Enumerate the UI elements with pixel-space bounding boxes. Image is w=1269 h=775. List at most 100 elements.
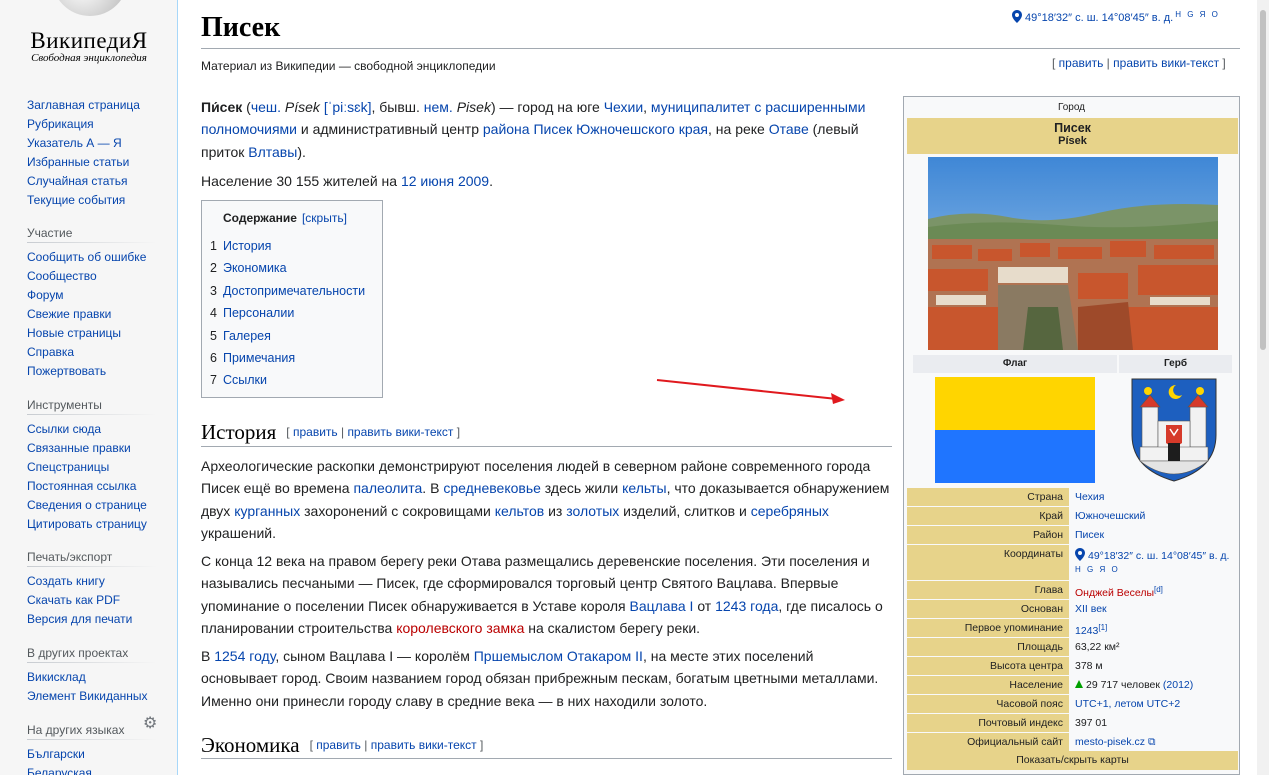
article-link[interactable]: Отаве (769, 121, 809, 137)
infobox-value-text[interactable]: Чехия (1075, 491, 1104, 503)
toc-item[interactable]: 5 Галерея (210, 325, 365, 347)
participation-item[interactable]: Пожертвовать (27, 362, 157, 381)
article-link[interactable]: Вацлава I (629, 598, 693, 614)
article-link[interactable]: района Писек (483, 121, 572, 137)
print-item[interactable]: Скачать как PDF (27, 591, 157, 610)
economy-edit-source-link[interactable]: править вики-текст (371, 738, 477, 752)
toc-link[interactable]: Примечания (223, 351, 295, 365)
language-item[interactable]: Български (27, 745, 157, 764)
article-link[interactable]: кельты (622, 480, 666, 496)
scrollbar-thumb[interactable] (1260, 10, 1266, 350)
coords-link[interactable]: 49°18′32″ с. ш. 14°08′45″ в. д. (1025, 12, 1173, 24)
infobox-value-text[interactable]: Южночешский (1075, 510, 1145, 522)
infobox-value-text[interactable]: Онджей Веселы (1075, 587, 1154, 599)
infobox-value[interactable]: mesto-pisek.cz ⧉ (1069, 733, 1238, 751)
projects-item[interactable]: Викисклад (27, 668, 157, 687)
article-link[interactable]: серебряных (751, 503, 829, 519)
article-link[interactable]: кельтов (495, 503, 544, 519)
article-link[interactable]: золотых (566, 503, 619, 519)
participation-item[interactable]: Сообщество (27, 267, 157, 286)
article-link[interactable]: [ˈpiːsɛk] (324, 99, 372, 115)
tools-item[interactable]: Спецстраницы (27, 458, 157, 477)
toc-item[interactable]: 3 Достопримечательности (210, 280, 365, 302)
article-link[interactable]: 1254 году (214, 648, 275, 664)
infobox-value-text[interactable]: 1243 (1075, 625, 1098, 637)
toc-link[interactable]: Галерея (223, 329, 271, 343)
participation-item[interactable]: Сообщить об ошибке (27, 248, 157, 267)
toc-link[interactable]: Экономика (223, 261, 287, 275)
article-link[interactable]: Чехии (604, 99, 643, 115)
toc-link[interactable]: История (223, 239, 271, 253)
history-edit-link[interactable]: править (293, 425, 338, 439)
infobox-value[interactable]: Писек (1069, 526, 1238, 544)
edit-source-link[interactable]: править вики-текст (1113, 56, 1219, 70)
infobox-value-text[interactable]: Писек (1075, 529, 1104, 541)
nav-item[interactable]: Избранные статьи (27, 153, 157, 172)
participation-item[interactable]: Справка (27, 343, 157, 362)
article-link[interactable]: чеш. (251, 99, 281, 115)
toc-link[interactable]: Ссылки (223, 373, 267, 387)
infobox-value[interactable]: UTC+1, летом UTC+2 (1069, 695, 1238, 713)
infobox-value[interactable]: 49°18′32″ с. ш. 14°08′45″ в. д. H G Я O (1069, 545, 1238, 580)
edit-link[interactable]: править (1059, 56, 1104, 70)
tools-item[interactable]: Ссылки сюда (27, 420, 157, 439)
article-link[interactable]: 1243 года (715, 598, 778, 614)
nav-item[interactable]: Текущие события (27, 191, 157, 210)
infobox-value[interactable]: XII век (1069, 600, 1238, 618)
article-link[interactable]: 12 июня 2009 (401, 173, 489, 189)
print-item[interactable]: Создать книгу (27, 572, 157, 591)
toc-item[interactable]: 4 Персоналии (210, 302, 365, 324)
infobox-value[interactable]: Южночешский (1069, 507, 1238, 525)
print-item[interactable]: Версия для печати (27, 610, 157, 629)
nav-item[interactable]: Указатель А — Я (27, 134, 157, 153)
infobox-value-text[interactable]: mesto-pisek.cz (1075, 736, 1145, 748)
toc-link[interactable]: Персоналии (223, 306, 294, 320)
infobox-extra-link[interactable]: (2012) (1160, 679, 1193, 691)
participation-item[interactable]: Форум (27, 286, 157, 305)
tools-item[interactable]: Связанные правки (27, 439, 157, 458)
economy-edit-link[interactable]: править (316, 738, 361, 752)
language-item[interactable]: Беларуская (27, 764, 157, 775)
city-flag-image[interactable] (935, 377, 1095, 483)
infobox-value-text[interactable]: 49°18′32″ с. ш. 14°08′45″ в. д. (1088, 550, 1229, 562)
nav-item[interactable]: Рубрикация (27, 115, 157, 134)
page-scrollbar[interactable] (1257, 0, 1269, 775)
toc-toggle[interactable]: [скрыть] (302, 211, 347, 225)
toc-item[interactable]: 6 Примечания (210, 347, 365, 369)
infobox-value-text[interactable]: UTC+1, летом UTC+2 (1075, 698, 1180, 710)
toggle-maps-button[interactable]: Показать/скрыть карты (907, 751, 1238, 770)
map-services-links[interactable]: H G Я O (1175, 10, 1220, 19)
toc-link[interactable]: Достопримечательности (223, 284, 365, 298)
nav-item[interactable]: Случайная статья (27, 172, 157, 191)
article-link[interactable]: нем. (424, 99, 453, 115)
footnote-link[interactable]: [d] (1154, 585, 1163, 594)
article-link[interactable]: курганных (234, 503, 300, 519)
gear-icon[interactable]: ⚙ (143, 716, 159, 732)
article-link[interactable]: Влтавы (248, 144, 297, 160)
toc-item[interactable]: 7 Ссылки (210, 369, 365, 391)
participation-item[interactable]: Свежие правки (27, 305, 157, 324)
toc-item[interactable]: 2 Экономика (210, 257, 365, 279)
history-edit-source-link[interactable]: править вики-текст (347, 425, 453, 439)
infobox-extra-link[interactable]: H G Я O (1075, 565, 1120, 574)
tools-item[interactable]: Сведения о странице (27, 496, 157, 515)
tools-item[interactable]: Постоянная ссылка (27, 477, 157, 496)
infobox-value-text[interactable]: XII век (1075, 603, 1107, 615)
title-coordinates[interactable]: 49°18′32″ с. ш. 14°08′45″ в. д. H G Я O (1012, 10, 1220, 24)
infobox-value[interactable]: Чехия (1069, 488, 1238, 506)
tools-item[interactable]: Цитировать страницу (27, 515, 157, 534)
participation-item[interactable]: Новые страницы (27, 324, 157, 343)
article-link[interactable]: Южночешского края (576, 121, 708, 137)
wikipedia-logo[interactable]: ВикипедиЯ Свободная энциклопедия (0, 0, 178, 80)
red-link[interactable]: королевского замка (396, 620, 524, 636)
coat-of-arms-image[interactable] (1128, 377, 1220, 483)
infobox-value[interactable]: Онджей Веселы[d] (1069, 581, 1238, 599)
city-photo[interactable] (928, 157, 1218, 350)
infobox-value[interactable]: 1243[1] (1069, 619, 1238, 637)
footnote-link[interactable]: [1] (1098, 623, 1107, 632)
projects-item[interactable]: Элемент Викиданных (27, 687, 157, 706)
nav-item[interactable]: Заглавная страница (27, 96, 157, 115)
article-link[interactable]: Пршемыслом Отакаром II (474, 648, 643, 664)
article-link[interactable]: средневековье (443, 480, 541, 496)
toc-item[interactable]: 1 История (210, 235, 365, 257)
